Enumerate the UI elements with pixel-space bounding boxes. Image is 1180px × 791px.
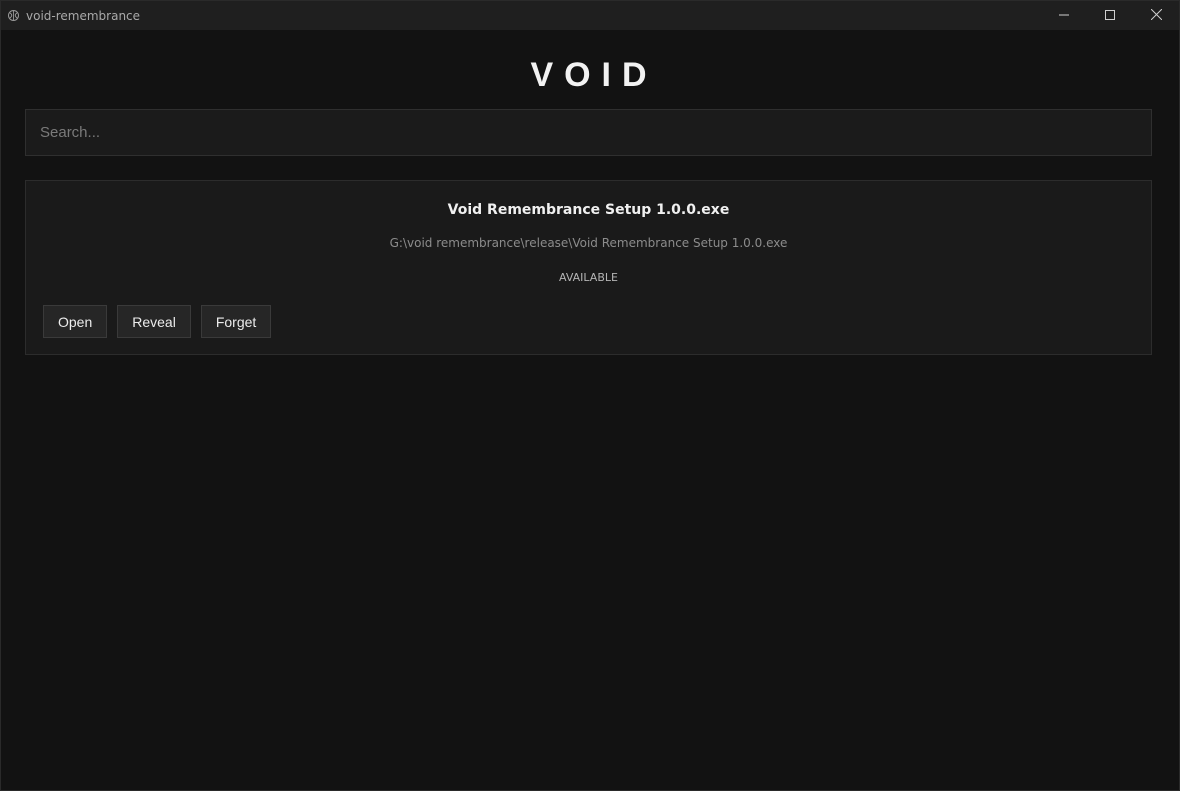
app-window: void-remembrance VOID Void Remem [0, 0, 1180, 791]
search-input[interactable] [25, 109, 1152, 156]
close-icon [1150, 7, 1162, 25]
file-card: Void Remembrance Setup 1.0.0.exe G:\void… [25, 180, 1152, 355]
main-content: VOID Void Remembrance Setup 1.0.0.exe G:… [25, 30, 1152, 355]
file-name: Void Remembrance Setup 1.0.0.exe [447, 202, 730, 218]
status-badge: AVAILABLE [559, 271, 618, 284]
title-bar[interactable]: void-remembrance [1, 1, 1179, 30]
window-controls [1041, 1, 1179, 30]
file-path: G:\void remembrance\release\Void Remembr… [389, 236, 788, 250]
app-logo: VOID [530, 56, 658, 94]
forget-button[interactable]: Forget [200, 305, 272, 338]
maximize-icon [1105, 7, 1115, 25]
file-actions: Open Reveal Forget [43, 305, 272, 338]
minimize-button[interactable] [1041, 1, 1087, 30]
reveal-button[interactable]: Reveal [117, 305, 191, 338]
window-title: void-remembrance [26, 8, 141, 23]
brain-icon [6, 9, 20, 23]
open-button[interactable]: Open [43, 305, 108, 338]
close-button[interactable] [1133, 1, 1179, 30]
minimize-icon [1059, 7, 1069, 25]
maximize-button[interactable] [1087, 1, 1133, 30]
